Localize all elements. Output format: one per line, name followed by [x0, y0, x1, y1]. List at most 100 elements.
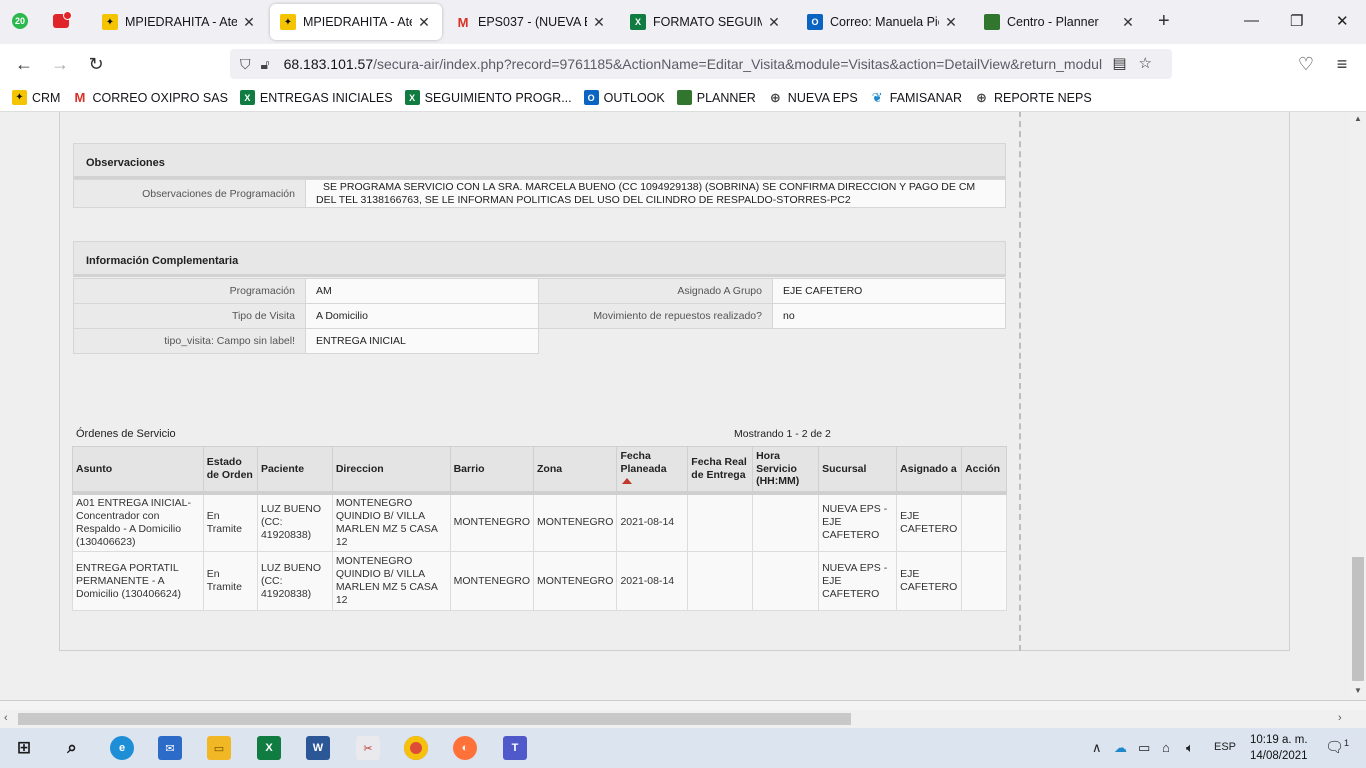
edge-icon[interactable]: e	[110, 736, 134, 760]
extension-badge[interactable]: 20	[9, 9, 31, 33]
reader-bookmark-icons[interactable]: ▤☆	[1112, 54, 1164, 72]
info-complementaria-header: Información Complementaria	[73, 241, 1006, 277]
pocket-icon[interactable]: ♡	[1296, 54, 1316, 74]
forward-button[interactable]: →	[50, 54, 70, 74]
word-icon[interactable]: W	[306, 736, 330, 760]
search-icon[interactable]: ⌕	[60, 736, 84, 760]
scroll-right-arrow[interactable]: ›	[1338, 712, 1342, 724]
close-window-button[interactable]: ✕	[1336, 12, 1349, 30]
col-paciente[interactable]: Paciente	[256, 446, 333, 495]
table-row[interactable]: ENTREGA PORTATIL PERMANENTE - A Domicili…	[72, 551, 1007, 611]
bookmark-outlook[interactable]: O OUTLOOK	[583, 90, 665, 105]
col-fecha-real[interactable]: Fecha Real de Entrega	[687, 446, 754, 495]
bookmark-entregas-iniciales[interactable]: X ENTREGAS INICIALES	[239, 90, 393, 105]
insecure-lock-icon[interactable]: 🔓︎	[261, 56, 270, 73]
battery-icon[interactable]: ▭	[1138, 740, 1150, 756]
restore-button[interactable]: ❐	[1290, 12, 1303, 30]
bookmark-planner[interactable]: PLANNER	[676, 90, 756, 105]
media-tab-icon[interactable]	[50, 9, 72, 33]
sort-asc-icon[interactable]	[622, 478, 633, 484]
close-icon[interactable]: ✕	[591, 14, 607, 31]
language-indicator[interactable]: ESP	[1214, 741, 1236, 753]
scroll-left-arrow[interactable]: ‹	[4, 712, 8, 724]
cell-accion[interactable]	[961, 551, 1007, 611]
col-direccion[interactable]: Direccion	[331, 446, 451, 495]
scroll-up-arrow[interactable]: ▲	[1350, 114, 1366, 123]
cell-asignado: EJE CAFETERO	[896, 551, 963, 611]
windows-taskbar: ⊞ ⌕ e ✉ ▭ X W ✂ ◐ T ∧ ☁ ▭ ⌂ 🔈︎ ESP 10:19…	[0, 728, 1366, 768]
close-icon[interactable]: ✕	[943, 14, 959, 31]
col-sucursal[interactable]: Sucursal	[818, 446, 898, 495]
vertical-scroll-thumb[interactable]	[1352, 557, 1364, 681]
menu-icon[interactable]: ≡	[1332, 54, 1352, 74]
cell-asunto[interactable]: ENTREGA PORTATIL PERMANENTE - A Domicili…	[72, 551, 204, 611]
cell-zona: MONTENEGRO	[533, 492, 618, 552]
chrome-icon[interactable]	[404, 736, 428, 760]
tab-mpiedrahita-2[interactable]: MPIEDRAHITA - Atención ✕	[270, 4, 442, 40]
close-icon[interactable]: ✕	[766, 14, 782, 31]
reload-button[interactable]: ↻	[86, 54, 106, 74]
outlook-icon: O	[807, 14, 823, 30]
bookmark-reporte-neps[interactable]: ⊕ REPORTE NEPS	[974, 90, 1092, 105]
bookmark-label: REPORTE NEPS	[993, 90, 1092, 105]
notification-center-icon[interactable]: 🗨︎1	[1325, 738, 1349, 756]
tipo-visita-campo-row: tipo_visita: Campo sin label! ENTREGA IN…	[73, 328, 539, 354]
col-barrio[interactable]: Barrio	[449, 446, 535, 495]
bookmark-crm[interactable]: CRM	[12, 90, 60, 105]
bookmark-label: NUEVA EPS	[787, 90, 858, 105]
col-fecha-planeada-label: Fecha Planeada	[620, 450, 667, 475]
bookmark-famisanar[interactable]: ❦ FAMISANAR	[870, 90, 962, 105]
bookmark-label: FAMISANAR	[889, 90, 962, 105]
famisanar-icon: ❦	[871, 89, 883, 105]
tab-planner[interactable]: Centro - Planner ✕	[974, 4, 1146, 40]
close-icon[interactable]: ✕	[416, 14, 432, 31]
tab-formato-seguimiento[interactable]: X FORMATO SEGUIMIENTO ✕	[620, 4, 792, 40]
ordenes-title: Órdenes de Servicio	[76, 428, 176, 440]
file-explorer-icon[interactable]: ▭	[207, 736, 231, 760]
bookmark-correo-oxipro[interactable]: M CORREO OXIPRO SAS	[72, 90, 228, 105]
col-zona[interactable]: Zona	[533, 446, 618, 495]
close-icon[interactable]: ✕	[241, 14, 257, 31]
address-bar[interactable]: ⛉ 🔓︎ 68.183.101.57/secura-air/index.php?…	[230, 49, 1172, 79]
show-hidden-icons-chevron[interactable]: ∧	[1092, 740, 1102, 756]
col-fecha-planeada[interactable]: Fecha Planeada	[616, 446, 689, 495]
col-asignado[interactable]: Asignado a	[896, 446, 963, 495]
snipping-tool-icon[interactable]: ✂	[356, 736, 380, 760]
system-clock[interactable]: 10:19 a. m. 14/08/2021	[1250, 732, 1308, 764]
globe-icon: ⊕	[769, 89, 781, 105]
url-text[interactable]: 68.183.101.57/secura-air/index.php?recor…	[284, 56, 1104, 72]
network-icon[interactable]: ⌂	[1162, 740, 1170, 755]
excel-icon[interactable]: X	[257, 736, 281, 760]
back-button[interactable]: ←	[14, 54, 34, 74]
tab-eps037[interactable]: M EPS037 - (NUEVA EPS S ✕	[445, 4, 617, 40]
col-hora[interactable]: Hora Servicio (HH:MM)	[752, 446, 820, 495]
firefox-icon[interactable]: ◐	[453, 736, 477, 760]
shield-icon[interactable]: ⛉	[240, 56, 251, 73]
minimize-button[interactable]: —	[1244, 12, 1259, 29]
volume-icon[interactable]: 🔈︎	[1186, 740, 1194, 756]
col-asunto[interactable]: Asunto	[72, 446, 204, 495]
navigation-bar: ← → ↻ ⛉ 🔓︎ 68.183.101.57/secura-air/inde…	[0, 44, 1366, 84]
new-tab-button[interactable]: +	[1158, 10, 1170, 33]
grupo-value: EJE CAFETERO	[773, 278, 1006, 304]
horizontal-scrollbar[interactable]: ‹ ›	[0, 710, 1366, 728]
youtube-icon	[53, 11, 72, 28]
bookmark-seguimiento[interactable]: X SEGUIMIENTO PROGR...	[404, 90, 572, 105]
vertical-scrollbar[interactable]: ▲ ▼	[1350, 112, 1366, 700]
mail-icon[interactable]: ✉	[158, 736, 182, 760]
table-row[interactable]: A01 ENTREGA INICIAL-Concentrador con Res…	[72, 492, 1007, 552]
windows-start-icon[interactable]: ⊞	[12, 736, 36, 760]
cell-accion[interactable]	[961, 492, 1007, 552]
tab-correo[interactable]: O Correo: Manuela Piedrahita ✕	[797, 4, 969, 40]
close-icon[interactable]: ✕	[1120, 14, 1136, 31]
repuestos-label: Movimiento de repuestos realizado?	[539, 303, 773, 329]
onedrive-icon[interactable]: ☁	[1114, 740, 1127, 756]
cell-direccion: MONTENEGRO QUINDIO B/ VILLA MARLEN MZ 5 …	[331, 551, 451, 611]
cell-asunto[interactable]: A01 ENTREGA INICIAL-Concentrador con Res…	[72, 492, 204, 552]
scroll-down-arrow[interactable]: ▼	[1350, 686, 1366, 695]
bookmark-nueva-eps[interactable]: ⊕ NUEVA EPS	[768, 90, 858, 105]
horizontal-scroll-thumb[interactable]	[18, 713, 851, 725]
teams-icon[interactable]: T	[503, 736, 527, 760]
tab-mpiedrahita-1[interactable]: MPIEDRAHITA - Atención ✕	[92, 4, 267, 40]
col-estado[interactable]: Estado de Orden	[202, 446, 258, 495]
